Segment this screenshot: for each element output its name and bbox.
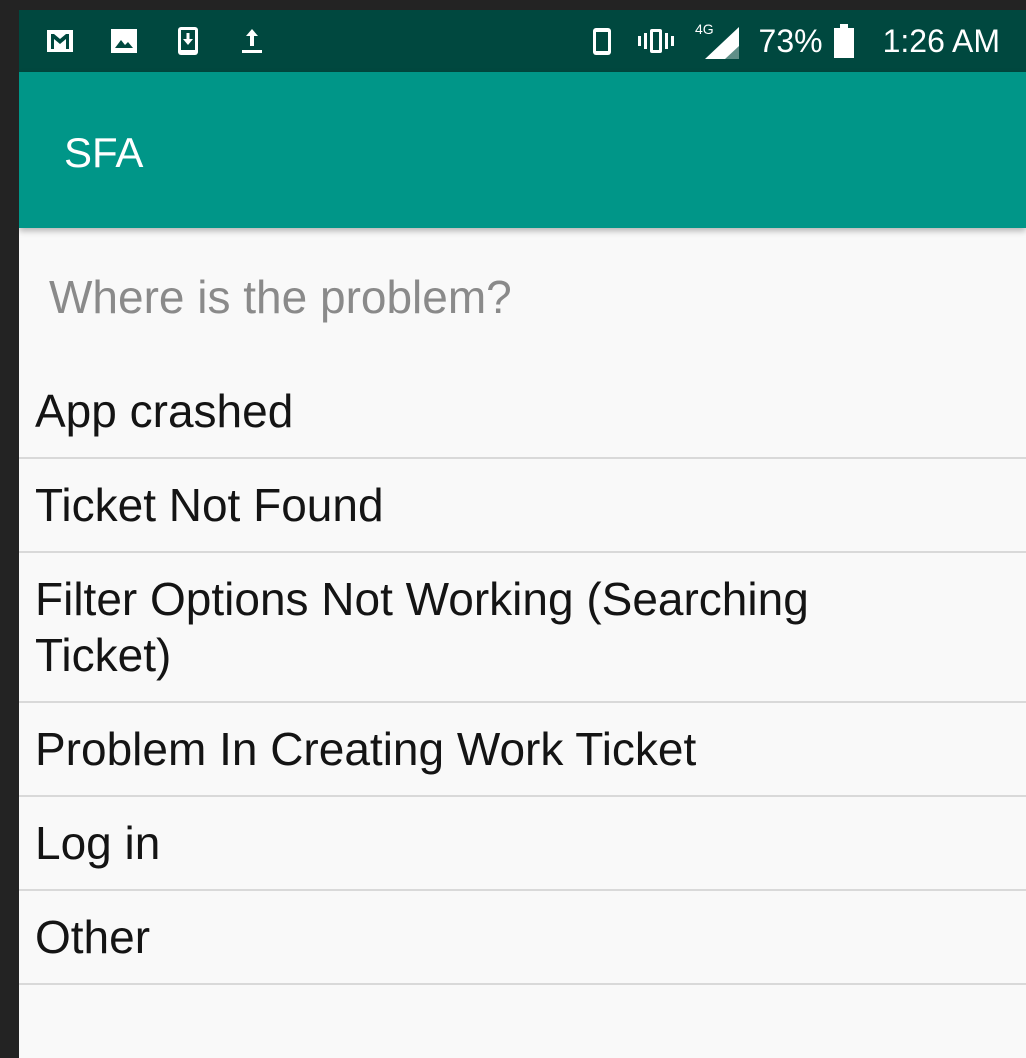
upload-icon — [237, 26, 267, 56]
network-type-label: 4G — [695, 21, 714, 37]
system-status: 4G 73% 1:26 AM — [587, 18, 1000, 64]
option-filter-options-not-working[interactable]: Filter Options Not Working (Searching Ti… — [19, 553, 1026, 703]
battery-icon — [833, 24, 855, 58]
gmail-icon — [45, 26, 75, 56]
option-log-in[interactable]: Log in — [19, 797, 1026, 891]
signal-4g-icon: 4G — [695, 21, 741, 61]
device-frame: 4G 73% 1:26 AM SFA Where is the problem? — [0, 0, 1026, 1058]
image-icon — [109, 26, 139, 56]
option-problem-creating-work-ticket[interactable]: Problem In Creating Work Ticket — [19, 703, 1026, 797]
option-app-crashed[interactable]: App crashed — [19, 365, 1026, 459]
download-icon — [173, 26, 203, 56]
phone-icon — [587, 26, 617, 56]
problem-selection: Where is the problem? App crashed Ticket… — [19, 228, 1026, 1058]
problem-options-list: App crashed Ticket Not Found Filter Opti… — [19, 365, 1026, 985]
option-other[interactable]: Other — [19, 891, 1026, 985]
app-title: SFA — [64, 129, 144, 176]
option-ticket-not-found[interactable]: Ticket Not Found — [19, 459, 1026, 553]
vibrate-icon — [635, 26, 677, 56]
phone-screen: 4G 73% 1:26 AM SFA Where is the problem? — [19, 10, 1026, 1058]
battery-percent: 73% — [758, 22, 823, 59]
app-bar: SFA — [19, 72, 1026, 228]
clock: 1:26 AM — [882, 22, 1000, 59]
status-bar: 4G 73% 1:26 AM — [19, 10, 1026, 72]
notification-icons — [45, 23, 301, 59]
question-heading: Where is the problem? — [49, 271, 512, 323]
